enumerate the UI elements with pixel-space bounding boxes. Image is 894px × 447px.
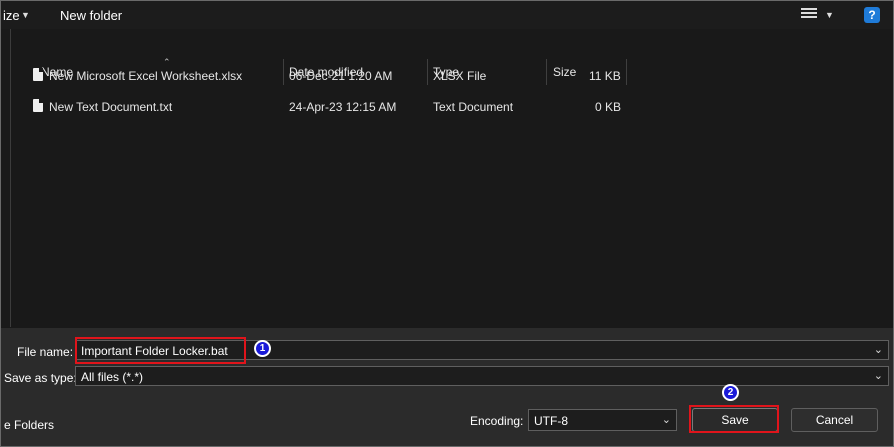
file-name: New Microsoft Excel Worksheet.xlsx (49, 69, 243, 83)
file-size: 0 KB (595, 100, 622, 114)
table-row[interactable]: New Text Document.txt 24-Apr-23 12:15 AM… (11, 96, 631, 118)
save-form: File name: Important Folder Locker.bat ⌄… (1, 328, 893, 446)
file-name-label: File name: (17, 345, 74, 359)
organize-button[interactable]: ize (3, 8, 20, 23)
encoding-label: Encoding: (470, 414, 524, 428)
organize-chevron-down-icon[interactable]: ▼ (21, 10, 30, 20)
file-size: 11 KB (589, 69, 621, 83)
file-name: New Text Document.txt (49, 100, 173, 114)
file-name-chevron-down-icon[interactable]: ⌄ (874, 343, 883, 356)
view-chevron-down-icon[interactable]: ▼ (825, 10, 834, 20)
save-as-dialog: ize ▼ New folder ▼ ? ⌃ Name Date modifie… (0, 0, 894, 447)
file-type: XLSX File (433, 69, 487, 83)
encoding-value: UTF-8 (534, 414, 568, 428)
text-file-icon (33, 99, 43, 112)
navigation-pane[interactable] (1, 29, 11, 327)
file-list[interactable]: ⌃ Name Date modified Type Size New Micro… (11, 29, 893, 327)
callout-highlight-file-name (75, 337, 246, 364)
file-date: 24-Apr-23 12:15 AM (289, 100, 397, 114)
callout-highlight-save (689, 405, 779, 433)
save-as-type-label: Save as type: (4, 371, 77, 385)
new-folder-button[interactable]: New folder (60, 8, 122, 23)
step-badge-2: 2 (722, 384, 739, 401)
step-badge-1: 1 (254, 340, 271, 357)
toolbar: ize ▼ New folder ▼ ? (1, 1, 893, 29)
save-as-type-chevron-down-icon[interactable]: ⌄ (874, 369, 883, 382)
encoding-select[interactable]: UTF-8 ⌄ (528, 409, 677, 431)
encoding-chevron-down-icon[interactable]: ⌄ (662, 413, 671, 426)
table-row[interactable]: New Microsoft Excel Worksheet.xlsx 06-De… (11, 65, 631, 87)
save-as-type-select[interactable]: All files (*.*) ⌄ (75, 366, 889, 386)
file-date: 06-Dec-21 1:20 AM (289, 69, 393, 83)
save-as-type-value: All files (*.*) (81, 370, 144, 384)
excel-file-icon (33, 68, 43, 81)
cancel-button[interactable]: Cancel (791, 408, 878, 432)
hide-folders-toggle[interactable]: e Folders (4, 418, 54, 432)
help-icon[interactable]: ? (864, 7, 880, 23)
file-type: Text Document (433, 100, 514, 114)
list-view-icon[interactable] (801, 8, 817, 22)
